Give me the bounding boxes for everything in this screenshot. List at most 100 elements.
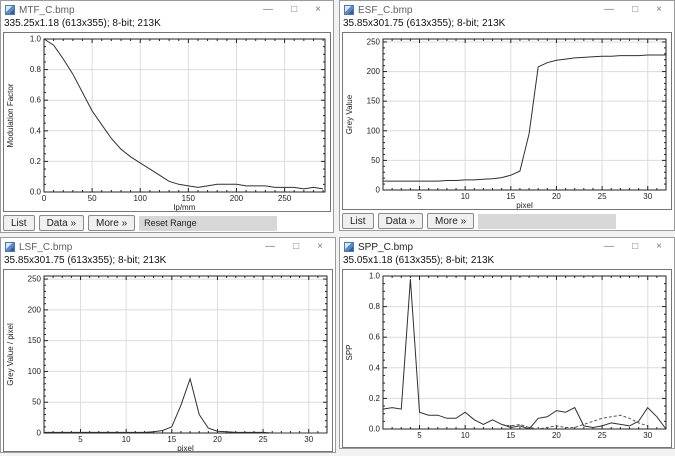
window-controls: — □ × <box>263 5 329 15</box>
svg-text:30: 30 <box>304 435 313 444</box>
imagej-icon <box>5 5 15 15</box>
plot-canvas[interactable]: 0501001502002500.00.20.40.60.81.0lp/mmMo… <box>3 32 331 212</box>
svg-text:50: 50 <box>88 194 97 203</box>
svg-text:15: 15 <box>506 431 515 440</box>
more-button[interactable]: More » <box>88 215 135 231</box>
window-lsf: LSF_C.bmp — □ × 35.85x301.75 (613x355); … <box>0 237 336 453</box>
svg-text:25: 25 <box>598 431 607 440</box>
maximize-button[interactable]: □ <box>632 5 638 15</box>
data-button[interactable]: Data » <box>378 213 423 229</box>
close-button[interactable]: × <box>317 242 323 252</box>
image-info: 35.05x1.18 (613x355); 8-bit; 213K <box>340 255 674 268</box>
svg-text:150: 150 <box>182 194 196 203</box>
svg-text:25: 25 <box>259 435 268 444</box>
svg-text:200: 200 <box>367 67 381 76</box>
svg-text:25: 25 <box>598 192 607 201</box>
svg-text:10: 10 <box>461 431 470 440</box>
close-button[interactable]: × <box>656 5 662 15</box>
svg-text:0: 0 <box>376 186 381 195</box>
svg-text:20: 20 <box>552 192 561 201</box>
minimize-button[interactable]: — <box>265 242 275 252</box>
svg-text:0.4: 0.4 <box>30 126 42 135</box>
svg-text:100: 100 <box>28 367 42 376</box>
plot-canvas[interactable]: 5 10 15 20 25 30 0 50 100 150 200 250 pixel Grey Valu… <box>342 32 672 210</box>
svg-text:0.8: 0.8 <box>369 302 381 311</box>
maximize-button[interactable]: □ <box>291 5 297 15</box>
svg-text:0: 0 <box>42 194 47 203</box>
svg-text:15: 15 <box>506 192 515 201</box>
svg-text:0.2: 0.2 <box>30 157 42 166</box>
svg-text:150: 150 <box>28 336 42 345</box>
svg-text:0.8: 0.8 <box>30 65 42 74</box>
window-controls: — □ × <box>604 242 670 252</box>
list-button[interactable]: List <box>342 213 374 229</box>
window-controls: — □ × <box>265 242 331 252</box>
svg-text:100: 100 <box>367 126 381 135</box>
svg-text:1.0: 1.0 <box>30 35 42 44</box>
lsf-plot: 51015202530050100150200250pixelGrey Valu… <box>4 270 332 451</box>
svg-text:0: 0 <box>37 429 42 438</box>
plot-canvas[interactable]: 510152025300.00.20.40.60.81.0SPP <box>342 269 672 448</box>
plot-canvas[interactable]: 51015202530050100150200250pixelGrey Valu… <box>3 269 333 452</box>
reset-range-area[interactable]: Reset Range <box>139 216 277 231</box>
svg-text:0.6: 0.6 <box>369 333 381 342</box>
svg-text:5: 5 <box>78 435 83 444</box>
svg-text:30: 30 <box>643 192 652 201</box>
svg-text:pixel: pixel <box>516 201 533 209</box>
window-mtf: MTF_C.bmp — □ × 335.25x1.18 (613x355); 8… <box>0 0 334 233</box>
svg-text:15: 15 <box>167 435 176 444</box>
data-button[interactable]: Data » <box>39 215 84 231</box>
svg-text:pixel: pixel <box>177 444 194 451</box>
svg-text:Grey Value: Grey Value <box>345 94 354 134</box>
svg-text:0.0: 0.0 <box>30 188 42 197</box>
svg-text:20: 20 <box>213 435 222 444</box>
minimize-button[interactable]: — <box>604 242 614 252</box>
svg-text:Grey Value / pixel: Grey Value / pixel <box>6 323 15 386</box>
svg-text:0.0: 0.0 <box>369 425 381 434</box>
imagej-icon <box>344 5 354 15</box>
window-title: SPP_C.bmp <box>358 242 413 253</box>
maximize-button[interactable]: □ <box>293 242 299 252</box>
svg-text:10: 10 <box>461 192 470 201</box>
maximize-button[interactable]: □ <box>632 242 638 252</box>
svg-text:1.0: 1.0 <box>369 272 381 281</box>
minimize-button[interactable]: — <box>604 5 614 15</box>
svg-text:200: 200 <box>230 194 244 203</box>
svg-text:150: 150 <box>367 97 381 106</box>
svg-text:5: 5 <box>417 431 422 440</box>
window-controls: — □ × <box>604 5 670 15</box>
plot-button-row: List Data » More » Reset Range <box>1 213 333 233</box>
svg-text:5: 5 <box>417 192 422 201</box>
svg-text:50: 50 <box>32 398 41 407</box>
svg-text:30: 30 <box>643 431 652 440</box>
more-button[interactable]: More » <box>427 213 474 229</box>
svg-text:250: 250 <box>367 37 381 46</box>
coordinates-area <box>478 214 616 229</box>
window-spp: SPP_C.bmp — □ × 35.05x1.18 (613x355); 8-… <box>339 237 675 449</box>
spp-plot: 510152025300.00.20.40.60.81.0SPP <box>343 270 671 447</box>
window-title: ESF_C.bmp <box>358 5 412 16</box>
titlebar[interactable]: SPP_C.bmp — □ × <box>340 238 674 255</box>
svg-text:Modulation Factor: Modulation Factor <box>6 83 15 147</box>
minimize-button[interactable]: — <box>263 5 273 15</box>
svg-text:250: 250 <box>278 194 292 203</box>
svg-text:0.2: 0.2 <box>369 394 381 403</box>
list-button[interactable]: List <box>3 215 35 231</box>
titlebar[interactable]: LSF_C.bmp — □ × <box>1 238 335 255</box>
window-esf: ESF_C.bmp — □ × 35.85x301.75 (613x355); … <box>339 0 675 231</box>
imagej-icon <box>5 242 15 252</box>
svg-text:10: 10 <box>122 435 131 444</box>
image-info: 35.85x301.75 (613x355); 8-bit; 213K <box>1 255 335 268</box>
mtf-plot: 0501001502002500.00.20.40.60.81.0lp/mmMo… <box>4 33 330 211</box>
svg-text:200: 200 <box>28 305 42 314</box>
svg-text:lp/mm: lp/mm <box>174 203 196 211</box>
image-info: 335.25x1.18 (613x355); 8-bit; 213K <box>1 18 333 31</box>
titlebar[interactable]: ESF_C.bmp — □ × <box>340 1 674 18</box>
imagej-icon <box>344 242 354 252</box>
close-button[interactable]: × <box>656 242 662 252</box>
window-title: MTF_C.bmp <box>19 5 75 16</box>
titlebar[interactable]: MTF_C.bmp — □ × <box>1 1 333 18</box>
svg-text:50: 50 <box>371 156 380 165</box>
close-button[interactable]: × <box>315 5 321 15</box>
plot-button-row: List Data » More » <box>340 211 674 231</box>
